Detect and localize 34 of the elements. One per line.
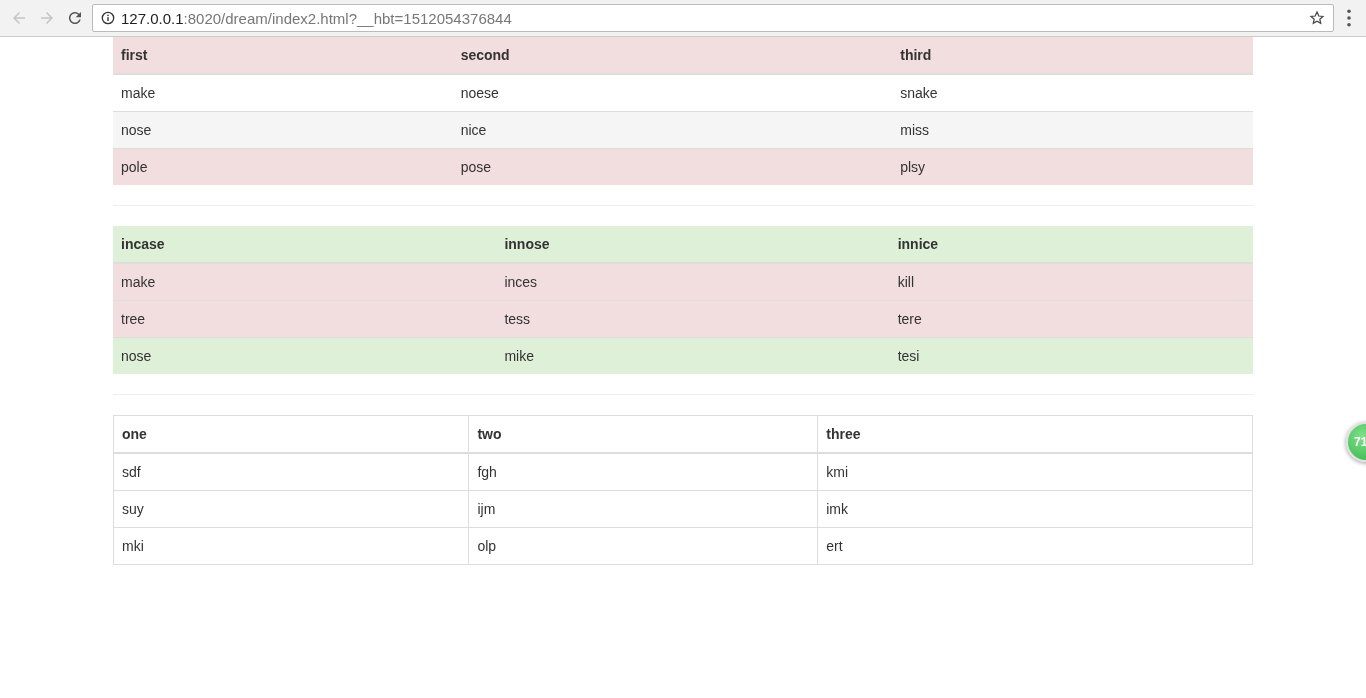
star-icon[interactable] <box>1309 10 1325 26</box>
table-cell: fgh <box>468 453 818 491</box>
table-cell: make <box>113 263 497 301</box>
table-cell: nose <box>113 111 453 149</box>
table-cell: tere <box>889 300 1253 338</box>
table-cell: olp <box>468 527 818 565</box>
column-header: one <box>113 415 469 453</box>
table-cell: nice <box>452 111 893 149</box>
address-text: 127.0.0.1:8020/dream/index2.html?__hbt=1512054376844 <box>121 9 512 27</box>
table-cell: nose <box>113 337 497 374</box>
table-cell: kill <box>889 263 1253 301</box>
info-icon <box>101 11 115 25</box>
table-cell: kmi <box>817 453 1253 491</box>
table-cell: tess <box>496 300 890 338</box>
table-cell: noese <box>452 74 893 112</box>
column-header: two <box>468 415 818 453</box>
table-cell: plsy <box>892 148 1253 185</box>
table-cell: snake <box>892 74 1253 112</box>
table-cell: pose <box>452 148 893 185</box>
table-cell: sdf <box>113 453 469 491</box>
table-cell: ert <box>817 527 1253 565</box>
table-cell: make <box>113 74 453 112</box>
table-cell: tree <box>113 300 497 338</box>
table-cell: suy <box>113 490 469 528</box>
table-cell: miss <box>892 111 1253 149</box>
table-cell: mike <box>496 337 890 374</box>
table-cell: imk <box>817 490 1253 528</box>
table-cell: mki <box>113 527 469 565</box>
table-cell: inces <box>496 263 890 301</box>
column-header: three <box>817 415 1253 453</box>
table-cell: tesi <box>889 337 1253 374</box>
address-field[interactable]: 127.0.0.1:8020/dream/index2.html?__hbt=1512054376844 <box>92 4 1334 32</box>
table-cell: ijm <box>468 490 818 528</box>
table-cell: pole <box>113 148 453 185</box>
